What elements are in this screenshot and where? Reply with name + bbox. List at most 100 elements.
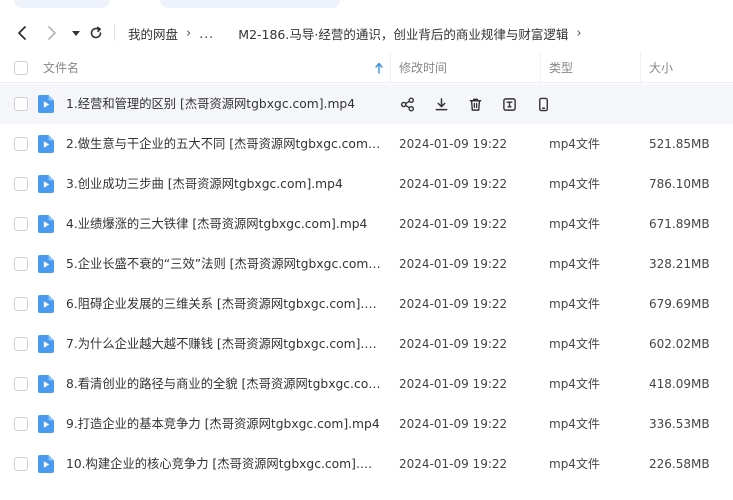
download-button[interactable] — [432, 95, 450, 113]
file-name[interactable]: 6.阻碍企业发展的三维关系 [杰哥资源网tgbxgc.com].mp4 — [66, 295, 382, 313]
chevron-left-icon — [18, 26, 26, 40]
rename-button[interactable] — [500, 95, 518, 113]
file-size: 679.69MB — [649, 297, 710, 311]
column-header-size[interactable]: 大小 — [649, 53, 673, 83]
mobile-button[interactable] — [534, 95, 552, 113]
breadcrumb-root[interactable]: 我的网盘 — [128, 24, 178, 43]
video-file-icon — [38, 175, 54, 193]
video-file-icon — [38, 335, 54, 353]
caret-down-icon — [72, 31, 80, 36]
column-divider[interactable] — [640, 53, 641, 83]
file-size: 328.21MB — [649, 257, 710, 271]
file-row-checkbox[interactable] — [14, 417, 28, 431]
file-name[interactable]: 7.为什么企业越大越不赚钱 [杰哥资源网tgbxgc.com].mp4 — [66, 335, 382, 353]
column-divider[interactable] — [540, 53, 541, 83]
video-file-icon — [38, 215, 54, 233]
file-name[interactable]: 1.经营和管理的区别 [杰哥资源网tgbxgc.com].mp4 — [66, 95, 382, 113]
video-file-icon — [38, 255, 54, 273]
rename-icon — [502, 97, 516, 111]
forward-button[interactable] — [42, 23, 62, 43]
back-button[interactable] — [12, 23, 32, 43]
file-row[interactable]: 3.创业成功三步曲 [杰哥资源网tgbxgc.com].mp4 2024-01-… — [0, 164, 733, 204]
file-type: mp4文件 — [549, 457, 600, 471]
delete-button[interactable] — [466, 95, 484, 113]
file-size: 336.53MB — [649, 417, 710, 431]
file-modified: 2024-01-09 19:22 — [399, 257, 508, 271]
file-row-checkbox[interactable] — [14, 457, 28, 471]
file-type: mp4文件 — [549, 417, 600, 431]
file-row-checkbox[interactable] — [14, 97, 28, 111]
file-row-checkbox[interactable] — [14, 257, 28, 271]
file-row-checkbox[interactable] — [14, 177, 28, 191]
video-file-icon — [38, 375, 54, 393]
file-modified: 2024-01-09 19:22 — [399, 137, 508, 151]
file-type: mp4文件 — [549, 257, 600, 271]
refresh-icon — [90, 26, 102, 39]
chevron-right-icon — [48, 26, 56, 40]
column-header-type[interactable]: 类型 — [549, 53, 573, 83]
table-header: 文件名 修改时间 类型 大小 — [0, 53, 733, 83]
file-row[interactable]: 10.构建企业的核心竞争力 [杰哥资源网tgbxgc.com].mp4 2024… — [0, 444, 733, 484]
column-header-name[interactable]: 文件名 — [43, 53, 79, 83]
file-row-checkbox[interactable] — [14, 217, 28, 231]
file-row[interactable]: 4.业绩爆涨的三大铁律 [杰哥资源网tgbxgc.com].mp4 2024-0… — [0, 204, 733, 244]
file-row[interactable]: 8.看清创业的路径与商业的全貌 [杰哥资源网tgbxgc.com].mp4 20… — [0, 364, 733, 404]
file-modified: 2024-01-09 19:22 — [399, 337, 508, 351]
file-name[interactable]: 9.打造企业的基本竞争力 [杰哥资源网tgbxgc.com].mp4 — [66, 415, 382, 433]
file-type: mp4文件 — [549, 137, 600, 151]
breadcrumb-separator-icon: › — [186, 25, 192, 41]
video-file-icon — [38, 295, 54, 313]
file-modified: 2024-01-09 19:22 — [399, 177, 508, 191]
column-header-modified[interactable]: 修改时间 — [399, 53, 447, 83]
file-name[interactable]: 5.企业长盛不衰的“三效”法则 [杰哥资源网tgbxgc.com].mp4 — [66, 255, 382, 273]
file-row[interactable]: 6.阻碍企业发展的三维关系 [杰哥资源网tgbxgc.com].mp4 2024… — [0, 284, 733, 324]
file-row[interactable]: 9.打造企业的基本竞争力 [杰哥资源网tgbxgc.com].mp4 2024-… — [0, 404, 733, 444]
file-modified: 2024-01-09 19:22 — [399, 217, 508, 231]
file-size: 418.09MB — [649, 377, 710, 391]
file-name[interactable]: 4.业绩爆涨的三大铁律 [杰哥资源网tgbxgc.com].mp4 — [66, 215, 382, 233]
file-modified: 2024-01-09 19:22 — [399, 417, 508, 431]
mobile-icon — [538, 97, 548, 111]
share-icon — [400, 97, 414, 111]
top-strip — [0, 0, 733, 10]
nav-divider — [114, 25, 115, 41]
file-row-checkbox[interactable] — [14, 337, 28, 351]
file-name[interactable]: 3.创业成功三步曲 [杰哥资源网tgbxgc.com].mp4 — [66, 175, 382, 193]
video-file-icon — [38, 95, 54, 113]
file-type: mp4文件 — [549, 297, 600, 311]
breadcrumb-expand-icon[interactable]: › — [576, 26, 581, 41]
download-icon — [435, 97, 447, 110]
file-row-checkbox[interactable] — [14, 297, 28, 311]
file-size: 226.58MB — [649, 457, 710, 471]
file-modified: 2024-01-09 19:22 — [399, 457, 508, 471]
file-name[interactable]: 2.做生意与干企业的五大不同 [杰哥资源网tgbxgc.com].mp4 — [66, 135, 382, 153]
refresh-button[interactable] — [86, 23, 106, 43]
file-modified: 2024-01-09 19:22 — [399, 297, 508, 311]
video-file-icon — [38, 455, 54, 473]
breadcrumb-separator-icon — [226, 26, 230, 41]
file-modified: 2024-01-09 19:22 — [399, 377, 508, 391]
file-name[interactable]: 10.构建企业的核心竞争力 [杰哥资源网tgbxgc.com].mp4 — [66, 455, 382, 473]
share-button[interactable] — [398, 95, 416, 113]
sort-ascending-icon[interactable] — [374, 61, 384, 75]
file-row[interactable]: 7.为什么企业越大越不赚钱 [杰哥资源网tgbxgc.com].mp4 2024… — [0, 324, 733, 364]
navigation-bar: 我的网盘 › ... M2-186.马导·经营的通识，创业背后的商业规律与财富逻… — [0, 14, 733, 52]
video-file-icon — [38, 135, 54, 153]
file-row[interactable]: 1.经营和管理的区别 [杰哥资源网tgbxgc.com].mp4 — [0, 84, 733, 124]
file-row-checkbox[interactable] — [14, 377, 28, 391]
file-row-checkbox[interactable] — [14, 137, 28, 151]
history-dropdown-button[interactable] — [66, 23, 86, 43]
select-all-checkbox[interactable] — [14, 61, 28, 75]
file-size: 671.89MB — [649, 217, 710, 231]
breadcrumb-ellipsis[interactable]: ... — [199, 26, 214, 41]
video-file-icon — [38, 415, 54, 433]
top-pill-right — [160, 0, 340, 8]
file-row[interactable]: 2.做生意与干企业的五大不同 [杰哥资源网tgbxgc.com].mp4 202… — [0, 124, 733, 164]
column-divider[interactable] — [390, 53, 391, 83]
delete-icon — [469, 98, 481, 111]
breadcrumb-current[interactable]: M2-186.马导·经营的通识，创业背后的商业规律与财富逻辑 — [238, 24, 568, 43]
file-type: mp4文件 — [549, 337, 600, 351]
file-row[interactable]: 5.企业长盛不衰的“三效”法则 [杰哥资源网tgbxgc.com].mp4 20… — [0, 244, 733, 284]
file-size: 786.10MB — [649, 177, 710, 191]
file-name[interactable]: 8.看清创业的路径与商业的全貌 [杰哥资源网tgbxgc.com].mp4 — [66, 375, 382, 393]
